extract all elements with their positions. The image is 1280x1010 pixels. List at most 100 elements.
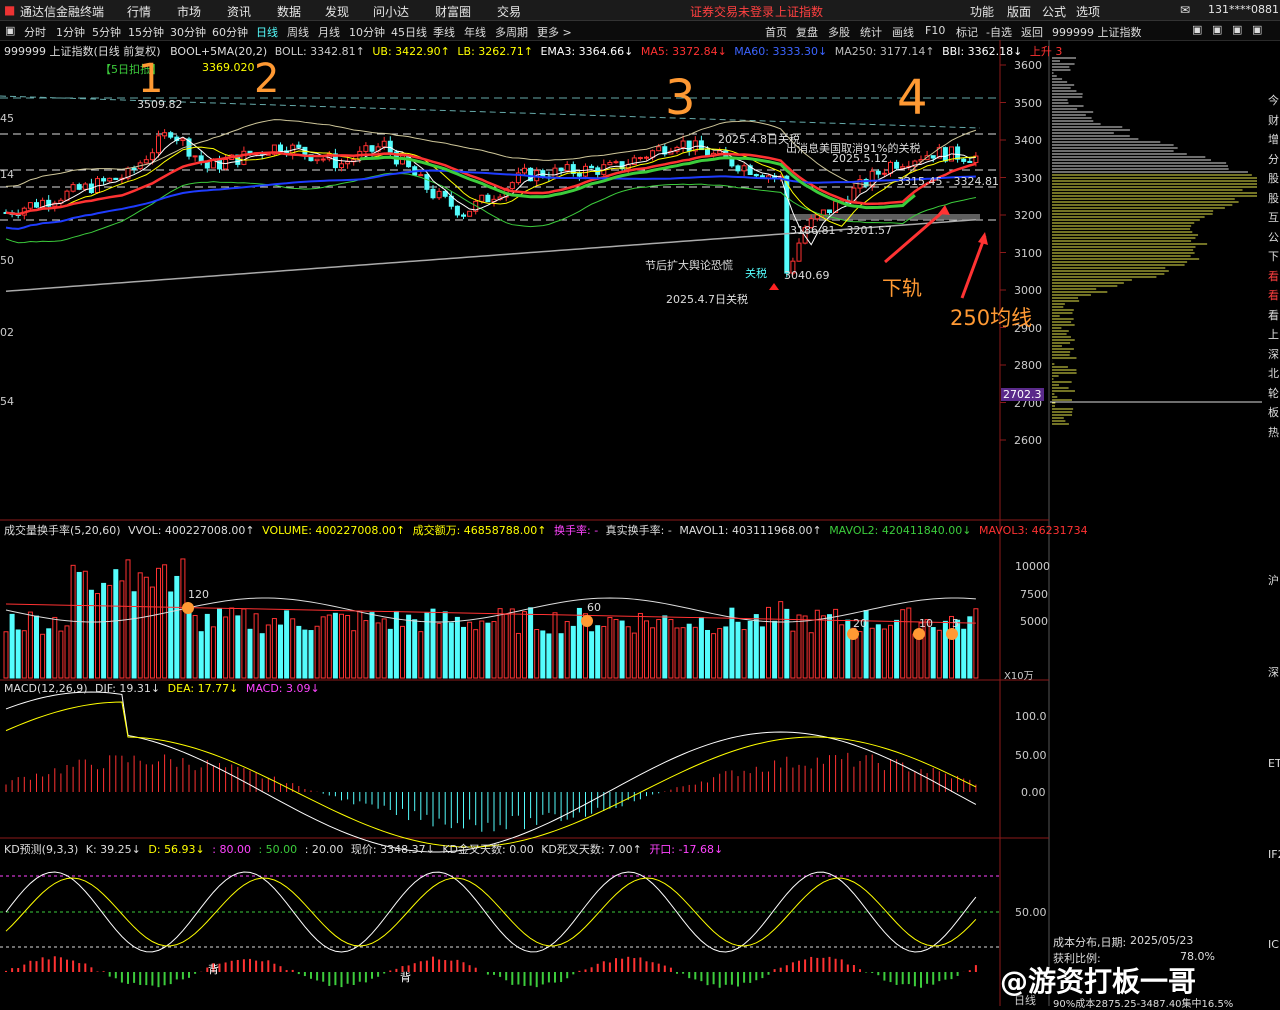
edge-label[interactable]: IF2 bbox=[1268, 848, 1280, 861]
candle-body bbox=[583, 165, 588, 177]
side-letter[interactable]: 增 bbox=[1268, 131, 1279, 147]
candle-body bbox=[607, 162, 613, 166]
edge-label[interactable]: 深 bbox=[1268, 664, 1279, 680]
volume-bar bbox=[961, 628, 967, 679]
volume-bar bbox=[345, 615, 351, 679]
volume-bar bbox=[967, 616, 973, 679]
candle-body bbox=[589, 165, 595, 169]
indicator-label: BOOL+5MA(20,2) bbox=[170, 45, 268, 58]
side-letter[interactable]: 股 bbox=[1268, 190, 1279, 206]
volume-bar bbox=[156, 567, 161, 679]
volume-bar bbox=[113, 569, 119, 679]
volume-bar bbox=[692, 626, 698, 679]
side-letter[interactable]: 今 bbox=[1268, 92, 1279, 108]
volume-bar bbox=[875, 624, 881, 679]
volume-bar bbox=[668, 619, 674, 679]
volume-bar bbox=[747, 620, 753, 679]
side-letter[interactable]: 互 bbox=[1268, 209, 1279, 225]
candle-body bbox=[467, 210, 473, 217]
volume-bar bbox=[686, 623, 692, 679]
side-letter[interactable]: 上 bbox=[1268, 326, 1279, 342]
volume-bar bbox=[528, 607, 534, 679]
side-letter[interactable]: 下 bbox=[1268, 248, 1279, 264]
candle-body bbox=[656, 146, 662, 152]
side-letter[interactable]: 深 bbox=[1268, 346, 1279, 362]
candle-body bbox=[461, 214, 466, 217]
candle-body bbox=[552, 167, 558, 179]
kd-label-bei-1: 背 bbox=[208, 963, 219, 976]
candle-body bbox=[101, 178, 107, 182]
volume-bar bbox=[827, 614, 832, 679]
side-letter[interactable]: 北 bbox=[1268, 365, 1279, 381]
side-letter[interactable]: 轮 bbox=[1268, 385, 1279, 401]
candle-body bbox=[430, 188, 436, 199]
volume-bar bbox=[912, 633, 918, 679]
candle-body bbox=[558, 167, 564, 172]
volume-bar bbox=[461, 626, 466, 679]
side-letter[interactable]: 公 bbox=[1268, 229, 1279, 245]
volume-bar bbox=[149, 586, 155, 679]
volume-bar bbox=[753, 614, 759, 679]
side-letter[interactable]: 股 bbox=[1268, 170, 1279, 186]
volume-bar bbox=[290, 618, 296, 679]
price-tick: 3200 bbox=[1014, 209, 1042, 222]
candle-body bbox=[27, 202, 33, 209]
volume-bar bbox=[204, 613, 210, 679]
side-letter[interactable]: 看 bbox=[1268, 287, 1279, 303]
edge-label[interactable]: ET bbox=[1268, 757, 1280, 770]
side-letter[interactable]: 分 bbox=[1268, 151, 1279, 167]
left-tick: 50 bbox=[0, 254, 14, 267]
candle-body bbox=[223, 158, 229, 170]
open-value: 开口: -17.68↓ bbox=[649, 843, 724, 856]
vol-mark-5: 5 bbox=[952, 617, 959, 630]
candle-body bbox=[107, 177, 113, 182]
side-letter[interactable]: 看 bbox=[1268, 268, 1279, 284]
volume-bar bbox=[296, 625, 302, 679]
volume-bar bbox=[485, 622, 491, 679]
edge-label[interactable]: IC bbox=[1268, 938, 1279, 951]
volume-bar bbox=[497, 608, 503, 679]
hand-1: 1 bbox=[138, 56, 164, 102]
k-value: K: 39.25↓ bbox=[85, 843, 141, 856]
volume-bar bbox=[430, 608, 436, 679]
gold-value: KD金叉天数: 0.00 bbox=[442, 843, 534, 856]
side-letter[interactable]: 财 bbox=[1268, 112, 1279, 128]
kd-header: KD预测(9,3,3) K: 39.25↓ D: 56.93↓ : 80.00 … bbox=[4, 841, 723, 857]
volume-bar bbox=[790, 630, 796, 679]
candle-body bbox=[113, 177, 119, 180]
volume-bar bbox=[717, 628, 723, 679]
volume-bar bbox=[759, 626, 765, 679]
volume-bar bbox=[278, 624, 283, 679]
candle-body bbox=[454, 205, 460, 216]
volume-bar bbox=[82, 570, 88, 679]
volume-bar bbox=[162, 564, 168, 679]
left-tick: 14 bbox=[0, 168, 14, 181]
edge-label[interactable]: 沪 bbox=[1268, 572, 1279, 588]
lb-value: LB: 3262.71↑ bbox=[457, 45, 533, 58]
volume-bar bbox=[320, 616, 326, 679]
candle-body bbox=[345, 161, 351, 165]
candle-body bbox=[70, 184, 76, 192]
candle-body bbox=[564, 164, 570, 172]
volume-bar bbox=[143, 576, 149, 679]
volume-bar bbox=[650, 627, 656, 679]
side-letter[interactable]: 热 bbox=[1268, 424, 1279, 440]
side-letter[interactable]: 看 bbox=[1268, 307, 1279, 323]
volume-bar bbox=[509, 608, 515, 679]
mavol2-value: MAVOL2: 420411840.00↓ bbox=[829, 524, 972, 537]
volume-bar bbox=[656, 619, 662, 679]
price-tick: 2800 bbox=[1014, 359, 1042, 372]
vol-axis-unit: X10万 bbox=[1004, 671, 1034, 682]
volume-bar bbox=[375, 622, 381, 679]
side-letter[interactable]: 板 bbox=[1268, 404, 1279, 420]
volume-bar bbox=[564, 621, 570, 679]
volume-bar bbox=[894, 619, 900, 679]
dea-value: DEA: 17.77↓ bbox=[167, 682, 239, 695]
volume-bar bbox=[27, 611, 33, 679]
trend-value: 上升 3 bbox=[1029, 45, 1063, 58]
volume-bar bbox=[314, 625, 320, 679]
macd-axis-50: 50.00 bbox=[1015, 749, 1047, 762]
vol-axis-10000: 10000 bbox=[1015, 560, 1050, 573]
volume-bar bbox=[906, 607, 912, 679]
candle-body bbox=[888, 161, 893, 174]
